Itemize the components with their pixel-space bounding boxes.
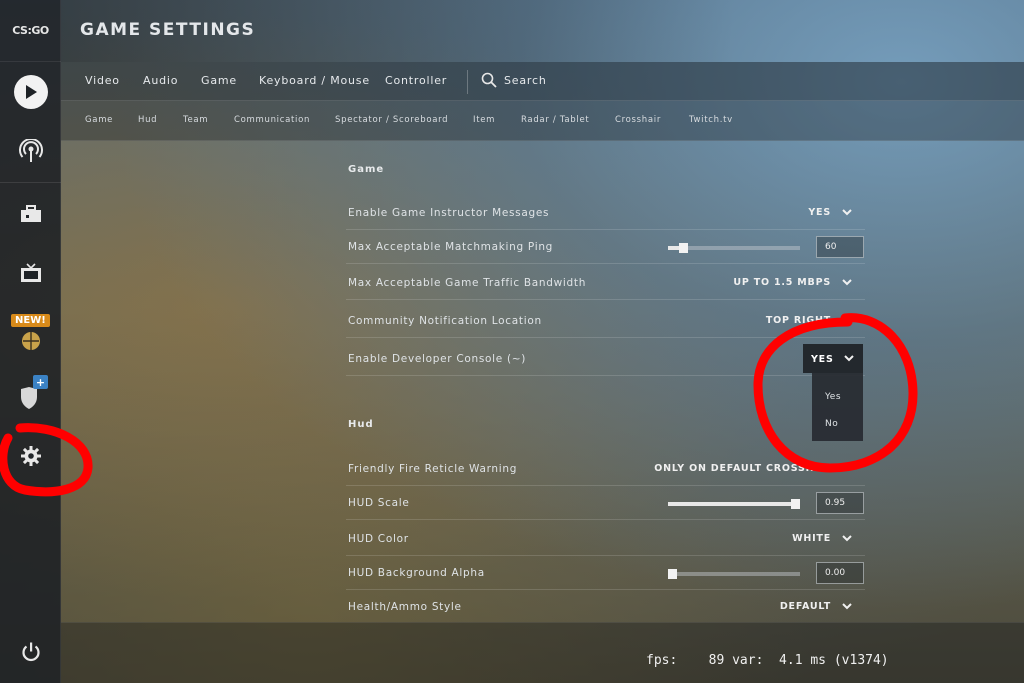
- annotation-overlay: [0, 313, 918, 497]
- annotation-circle-settings: [0, 423, 93, 497]
- annotation-circle-dropdown: [753, 313, 918, 473]
